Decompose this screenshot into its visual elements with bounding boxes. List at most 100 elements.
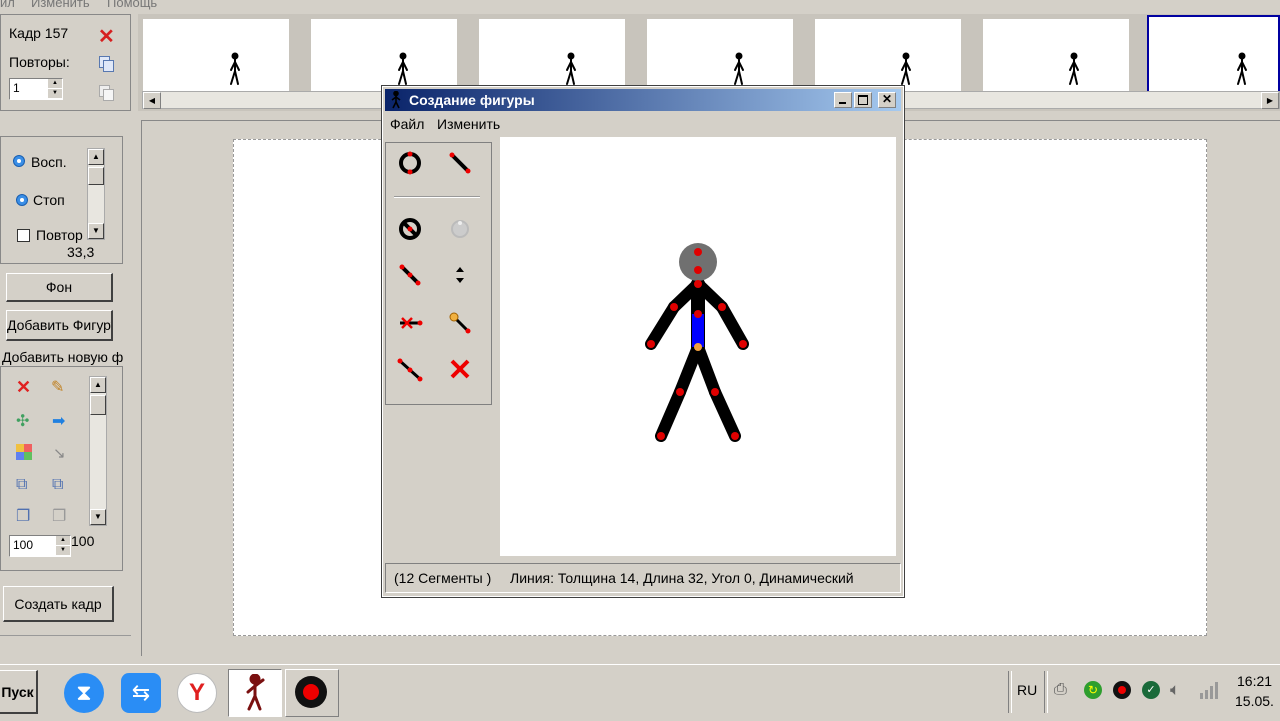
split-segment-tool-icon[interactable]	[392, 257, 428, 293]
stick-figure-thumb	[901, 52, 911, 85]
phone-app-icon[interactable]: ⇆	[121, 673, 161, 713]
record-icon	[295, 676, 327, 708]
static-line-tool-icon[interactable]	[392, 351, 428, 387]
timeline-figures	[230, 52, 1247, 85]
scroll-up-icon[interactable]: ▲	[88, 149, 104, 165]
zoom-app-icon[interactable]: ⧗	[64, 673, 104, 713]
pivot-app-icon	[246, 674, 265, 711]
playback-scrollbar[interactable]: ▲ ▼	[87, 148, 105, 240]
antivirus-tray-icon[interactable]: ✓	[1142, 681, 1160, 699]
color-figure-icon[interactable]	[16, 444, 32, 460]
image-tool-icon[interactable]	[442, 211, 478, 247]
figure-builder-dialog: Создание фигуры ✕ Файл Изменить (12 Сегм…	[381, 85, 905, 598]
repeat-label[interactable]: Повтор	[36, 227, 83, 243]
back-figure-icon[interactable]: ⧉	[52, 476, 63, 494]
repeats-value[interactable]: 1	[13, 81, 20, 95]
stick-figure-thumb	[734, 52, 744, 85]
delete-frame-icon[interactable]: ✕	[98, 27, 115, 47]
copy-figure-icon[interactable]: ❐	[16, 506, 30, 526]
menu-bar: ил Изменить Помощь	[0, 0, 1280, 12]
left-divider	[0, 635, 131, 636]
dialog-titlebar[interactable]: Создание фигуры ✕	[385, 89, 901, 111]
stepper-down-icon[interactable]: ▼	[56, 546, 70, 555]
delete-joint-tool-icon[interactable]	[392, 305, 428, 341]
stick-figure-thumb	[1237, 52, 1247, 85]
language-indicator[interactable]: RU	[1017, 682, 1037, 698]
dialog-menu-file[interactable]: Файл	[390, 116, 424, 132]
paste-frame-icon[interactable]	[99, 85, 114, 101]
frame-info-panel: Кадр 157 Повторы: 1 ▲ ▼ ✕	[0, 14, 131, 111]
create-frame-button[interactable]: Создать кадр	[3, 586, 114, 622]
stop-label[interactable]: Стоп	[33, 192, 65, 208]
usb-tray-icon[interactable]: ⎙	[1054, 681, 1072, 699]
frame-label: Кадр 157	[9, 25, 69, 41]
stick-figure[interactable]	[500, 137, 896, 556]
dialog-title: Создание фигуры	[409, 92, 535, 108]
move-figure-icon[interactable]: ➡	[52, 411, 65, 431]
center-figure-icon[interactable]: ✣	[16, 411, 29, 431]
figure-canvas[interactable]	[500, 137, 896, 556]
clock-date[interactable]: 15.05.	[1235, 693, 1274, 709]
volume-tray-icon[interactable]: 🔈︎	[1170, 680, 1180, 700]
sync-tray-icon[interactable]: ↻	[1084, 681, 1102, 699]
delete-figure-icon[interactable]: ✕	[16, 377, 31, 398]
stop-radio-icon[interactable]	[16, 194, 28, 206]
record-tray-icon[interactable]	[1113, 681, 1131, 699]
taskbar: Пуск ⧗ ⇆ Y RU ⎙ ↻ ✓ 🔈︎ 16:21 15.05.	[0, 664, 1280, 721]
menu-help[interactable]: Помощь	[107, 0, 157, 10]
scroll-down-icon[interactable]: ▼	[88, 223, 104, 239]
figure-tools-scrollbar[interactable]: ▲ ▼	[89, 376, 107, 526]
play-label[interactable]: Восп.	[31, 154, 67, 170]
add-line-tool-icon[interactable]	[442, 145, 478, 181]
play-radio-icon[interactable]	[13, 155, 25, 167]
status-segments: (12 Сегменты )	[394, 570, 492, 586]
add-new-label[interactable]: Добавить новую ф	[2, 349, 124, 365]
scroll-left-icon[interactable]: ◀	[143, 92, 161, 109]
scroll-down-icon[interactable]: ▼	[90, 509, 106, 525]
filled-circle-tool-icon[interactable]	[392, 211, 428, 247]
resize-figure-icon[interactable]: ↘	[53, 444, 66, 462]
maximize-icon[interactable]	[854, 92, 872, 108]
repeat-checkbox[interactable]	[17, 229, 30, 242]
selected-joint	[694, 343, 702, 351]
background-button[interactable]: Фон	[6, 273, 113, 302]
order-up-down-icon[interactable]	[442, 257, 478, 293]
record-app-button[interactable]	[285, 669, 339, 717]
scroll-right-icon[interactable]: ▶	[1261, 92, 1279, 109]
size-input[interactable]: 100	[13, 538, 33, 552]
stick-figure-thumb	[230, 52, 240, 85]
yandex-browser-icon[interactable]: Y	[177, 673, 217, 713]
color-line-tool-icon[interactable]	[442, 305, 478, 341]
menu-edit[interactable]: Изменить	[31, 0, 90, 10]
stick-figure-thumb	[398, 52, 408, 85]
scroll-up-icon[interactable]: ▲	[90, 377, 106, 393]
delete-tool-icon[interactable]	[442, 351, 478, 387]
dialog-menu-edit[interactable]: Изменить	[437, 116, 500, 132]
copy-frame-icon[interactable]	[99, 56, 114, 72]
minimize-icon[interactable]	[834, 92, 852, 108]
edit-figure-icon[interactable]: ✎	[51, 377, 64, 397]
paste-figure-icon[interactable]: ❐	[52, 506, 66, 526]
repeats-stepper[interactable]: 1 ▲ ▼	[9, 78, 63, 100]
stepper-up-icon[interactable]: ▲	[48, 79, 62, 88]
front-figure-icon[interactable]: ⧉	[16, 476, 27, 494]
menu-file[interactable]: ил	[0, 0, 15, 10]
tray-divider	[1008, 671, 1012, 713]
stick-figure-thumb	[566, 52, 576, 85]
figure-tools-panel: ✕ ✎ ✣ ➡ ↘ ⧉ ⧉ ❐ ❐ ▲ ▼ 100 ▲ ▼ 100	[0, 366, 123, 571]
add-circle-tool-icon[interactable]	[392, 145, 428, 181]
pivot-app-button[interactable]	[228, 669, 282, 717]
scroll-thumb[interactable]	[88, 167, 104, 185]
size-stepper[interactable]: 100 ▲ ▼	[9, 535, 71, 557]
start-button[interactable]: Пуск	[0, 670, 38, 714]
stick-figure-thumb	[1069, 52, 1079, 85]
network-tray-icon[interactable]	[1200, 681, 1220, 699]
playback-panel: Восп. Стоп Повтор 33,3 ▲ ▼	[0, 136, 123, 264]
close-icon[interactable]: ✕	[878, 92, 896, 108]
scroll-thumb[interactable]	[90, 395, 106, 415]
stepper-up-icon[interactable]: ▲	[56, 536, 70, 545]
clock-time[interactable]: 16:21	[1237, 673, 1272, 689]
add-figure-button[interactable]: Добавить Фигуру	[6, 310, 113, 341]
stepper-down-icon[interactable]: ▼	[48, 89, 62, 98]
palette-divider	[394, 196, 480, 198]
